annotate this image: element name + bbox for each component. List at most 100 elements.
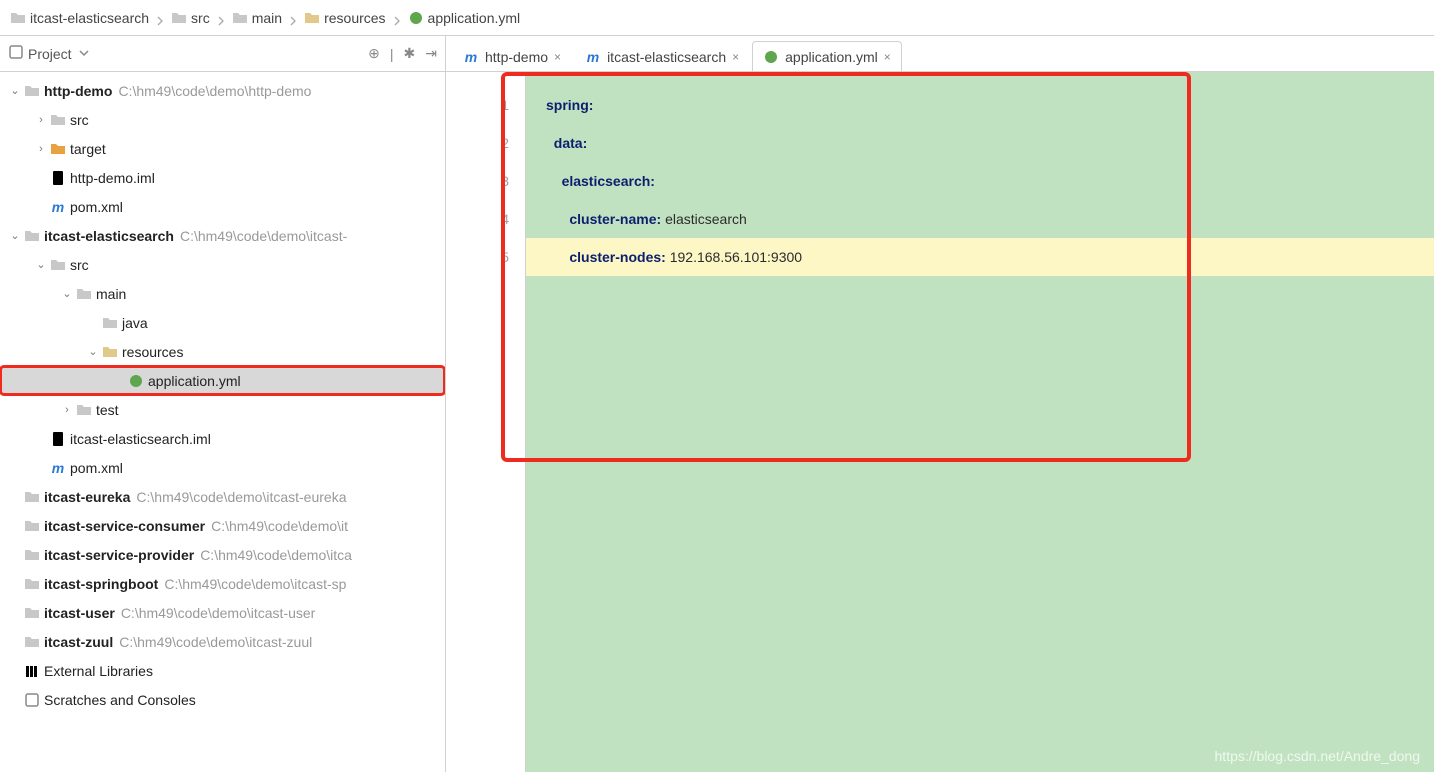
breadcrumb-separator <box>155 13 165 23</box>
tree-twisty[interactable]: › <box>34 114 48 126</box>
tree-node[interactable]: http-demo.iml <box>0 163 445 192</box>
code-line[interactable]: spring: <box>526 86 1434 124</box>
folder-icon <box>24 518 40 534</box>
breadcrumb-label: resources <box>324 10 385 26</box>
iml-icon <box>50 431 66 447</box>
breadcrumb-item[interactable]: src <box>167 10 214 26</box>
editor-tab[interactable]: http-demo× <box>452 41 572 71</box>
tree-path: C:\hm49\code\demo\itca <box>200 547 352 563</box>
hide-icon[interactable]: ⇥ <box>425 45 437 62</box>
tree-node[interactable]: itcast-springboot C:\hm49\code\demo\itcas… <box>0 569 445 598</box>
chevron-down-icon[interactable] <box>76 45 90 62</box>
breadcrumb-item[interactable]: application.yml <box>404 10 525 26</box>
tree-node[interactable]: ›src <box>0 105 445 134</box>
breadcrumb-label: application.yml <box>428 10 521 26</box>
maven-icon <box>585 49 601 65</box>
line-number: 5 <box>446 238 509 276</box>
tree-twisty[interactable]: ⌄ <box>8 84 22 97</box>
folder-icon <box>24 83 40 99</box>
yml-icon <box>128 373 144 389</box>
scratches-icon <box>24 692 40 708</box>
tree-node[interactable]: ⌄ resources <box>0 337 445 366</box>
tree-label: http-demo.iml <box>70 170 155 186</box>
tree-label: itcast-user <box>44 605 115 621</box>
tree-twisty[interactable]: ⌄ <box>60 287 74 300</box>
tree-path: C:\hm49\code\demo\itcast-sp <box>164 576 346 592</box>
close-icon[interactable]: × <box>732 50 739 64</box>
editor-tab[interactable]: itcast-elasticsearch × <box>574 41 750 71</box>
tree-label: resources <box>122 344 183 360</box>
line-number: 2 <box>446 124 509 162</box>
folder-icon <box>24 605 40 621</box>
gear-icon[interactable]: ✱ <box>404 45 416 62</box>
line-number: 3 <box>446 162 509 200</box>
tree-label: main <box>96 286 126 302</box>
folder-icon <box>76 402 92 418</box>
tree-label: itcast-eureka <box>44 489 130 505</box>
tree-path: C:\hm49\code\demo\itcast-user <box>121 605 316 621</box>
editor-tab[interactable]: application.yml× <box>752 41 902 71</box>
tree-twisty[interactable]: ⌄ <box>34 258 48 271</box>
maven-icon <box>50 460 66 476</box>
yaml-key: cluster-name <box>569 211 656 227</box>
tree-node[interactable]: pom.xml <box>0 453 445 482</box>
project-tree[interactable]: ⌄http-demoC:\hm49\code\demo\http-demo›sr… <box>0 72 445 772</box>
code-content[interactable]: spring: data: elasticsearch: cluster-nam… <box>526 72 1434 772</box>
tree-path: C:\hm49\code\demo\itcast-eureka <box>136 489 346 505</box>
resources-folder-icon <box>304 10 320 26</box>
project-panel-title: Project <box>28 46 72 62</box>
tree-node[interactable]: ⌄src <box>0 250 445 279</box>
code-line[interactable]: data: <box>526 124 1434 162</box>
tree-label: Scratches and Consoles <box>44 692 196 708</box>
editor-area: http-demo×itcast-elasticsearch×applicati… <box>446 36 1434 772</box>
breadcrumb-item[interactable]: resources <box>300 10 389 26</box>
close-icon[interactable]: × <box>884 50 891 64</box>
folder-icon <box>24 228 40 244</box>
project-panel-header: Project ⊕ | ✱ ⇥ <box>0 36 445 72</box>
tree-node[interactable]: java <box>0 308 445 337</box>
tree-node[interactable]: ›target <box>0 134 445 163</box>
tree-node[interactable]: itcast-service-provider C:\hm49\code\demo… <box>0 540 445 569</box>
breadcrumb-item[interactable]: itcast-elasticsearch <box>6 10 153 26</box>
folder-icon <box>50 257 66 273</box>
folder-icon <box>24 547 40 563</box>
tree-node[interactable]: ⌄http-demoC:\hm49\code\demo\http-demo <box>0 76 445 105</box>
code-line[interactable]: elasticsearch: <box>526 162 1434 200</box>
tree-node[interactable]: ⌄ main <box>0 279 445 308</box>
tree-twisty[interactable]: › <box>60 404 74 416</box>
yaml-key: elasticsearch <box>562 173 651 189</box>
project-sidebar: Project ⊕ | ✱ ⇥ ⌄http-demoC:\hm49\code\d… <box>0 36 446 772</box>
tree-node[interactable]: itcast-user C:\hm49\code\demo\itcast-user <box>0 598 445 627</box>
tree-node[interactable]: application.yml <box>0 366 445 395</box>
divider: | <box>390 46 394 62</box>
close-icon[interactable]: × <box>554 50 561 64</box>
line-number: 4 <box>446 200 509 238</box>
tree-node[interactable]: ›test <box>0 395 445 424</box>
tree-node[interactable]: itcast-eureka C:\hm49\code\demo\itcast-eu… <box>0 482 445 511</box>
breadcrumb: itcast-elasticsearch srcmain resources appl… <box>0 0 1434 36</box>
line-gutter: 12345 <box>446 72 526 772</box>
tree-label: External Libraries <box>44 663 153 679</box>
tree-twisty[interactable]: ⌄ <box>86 345 100 358</box>
code-line[interactable]: cluster-name: elasticsearch <box>526 200 1434 238</box>
tree-twisty[interactable]: › <box>34 143 48 155</box>
tree-node[interactable]: ⌄itcast-elasticsearchC:\hm49\code\demo\i… <box>0 221 445 250</box>
tree-label: itcast-elasticsearch.iml <box>70 431 211 447</box>
tree-node[interactable]: itcast-elasticsearch.iml <box>0 424 445 453</box>
breadcrumb-item[interactable]: main <box>228 10 286 26</box>
editor-code[interactable]: 12345 spring: data: elasticsearch: clust… <box>446 72 1434 772</box>
tree-node[interactable]: pom.xml <box>0 192 445 221</box>
folder-icon <box>24 634 40 650</box>
tree-node[interactable]: itcast-zuulC:\hm49\code\demo\itcast-zuul <box>0 627 445 656</box>
tree-node[interactable]: Scratches and Consoles <box>0 685 445 714</box>
tree-node[interactable]: itcast-service-consumerC:\hm49\code\demo… <box>0 511 445 540</box>
locate-icon[interactable]: ⊕ <box>368 45 380 62</box>
code-line[interactable]: cluster-nodes: 192.168.56.101:9300 <box>526 238 1434 276</box>
tree-label: itcast-springboot <box>44 576 158 592</box>
folder-icon <box>50 141 66 157</box>
editor-tab-label: itcast-elasticsearch <box>607 49 726 65</box>
tree-node[interactable]: External Libraries <box>0 656 445 685</box>
tree-twisty[interactable]: ⌄ <box>8 229 22 242</box>
tree-label: itcast-service-provider <box>44 547 194 563</box>
breadcrumb-separator <box>216 13 226 23</box>
